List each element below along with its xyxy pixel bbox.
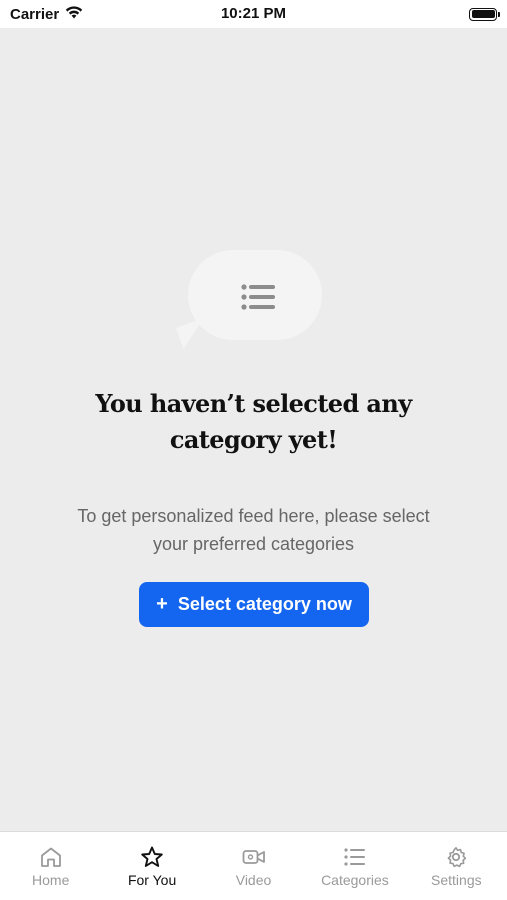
title-line-2: category yet!: [169, 425, 338, 454]
tab-settings[interactable]: Settings: [406, 832, 507, 900]
plus-icon: +: [156, 593, 168, 615]
tab-bar: Home For You Video Categories Settings: [0, 831, 507, 900]
status-time: 10:21 PM: [220, 5, 287, 22]
tab-home[interactable]: Home: [0, 832, 101, 900]
tab-for-you[interactable]: For You: [101, 832, 202, 900]
empty-state-subtitle: To get personalized feed here, please se…: [40, 502, 467, 558]
list-icon: [241, 284, 275, 310]
tab-settings-label: Settings: [431, 872, 482, 888]
main-content: You haven’t selected any category yet! T…: [0, 28, 507, 831]
status-bar: Carrier 10:21 PM: [0, 0, 507, 28]
home-icon: [40, 847, 61, 867]
list-bubble-icon: [176, 250, 326, 358]
gear-icon: [447, 847, 467, 868]
tab-for-you-label: For You: [127, 872, 177, 888]
select-category-button[interactable]: + Select category now: [139, 582, 369, 627]
select-category-label: Select category now: [177, 594, 352, 614]
subtitle-line-2: your preferred categories: [152, 534, 355, 554]
battery-icon: [469, 7, 500, 21]
list-icon: [344, 848, 365, 866]
tab-categories[interactable]: Categories: [304, 832, 405, 900]
star-icon: [141, 846, 163, 867]
empty-state-title: You haven’t selected any category yet!: [40, 386, 467, 458]
tab-categories-label: Categories: [321, 872, 389, 888]
tab-video-label: Video: [235, 872, 272, 888]
battery-level: [471, 10, 495, 18]
video-icon: [242, 850, 265, 864]
tab-home-label: Home: [32, 872, 70, 888]
subtitle-line-1: To get personalized feed here, please se…: [77, 506, 430, 526]
tab-video[interactable]: Video: [203, 832, 304, 900]
title-line-1: You haven’t selected any: [95, 389, 412, 418]
